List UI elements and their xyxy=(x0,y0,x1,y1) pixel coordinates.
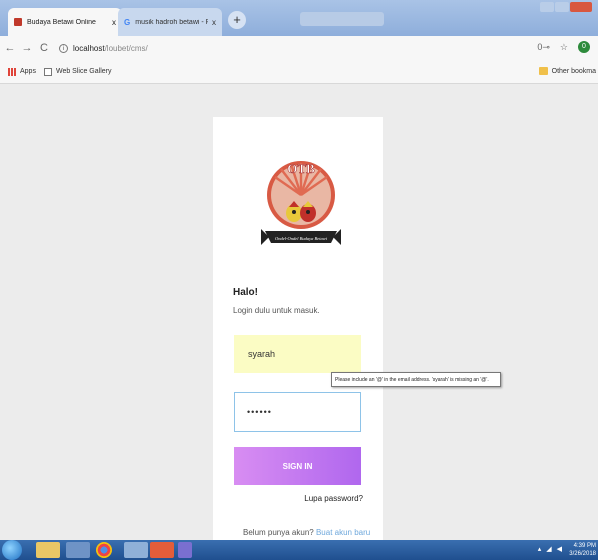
extension-icon[interactable]: 0 xyxy=(578,41,590,53)
email-validation-tooltip: Please include an '@' in the email addre… xyxy=(331,372,501,387)
new-tab-button[interactable]: + xyxy=(228,11,246,29)
register-prompt: Belum punya akun? Buat akun baru xyxy=(243,528,370,537)
chrome-icon[interactable] xyxy=(96,542,112,558)
password-field[interactable]: •••••• xyxy=(234,392,361,432)
bookmark-label: Web Slice Gallery xyxy=(55,68,112,75)
forgot-password-link[interactable]: Lupa password? xyxy=(304,494,363,503)
other-bookmarks[interactable]: Other bookma xyxy=(538,67,596,75)
taskbar: ▴ ◢ ◀ 4:39 PM 3/26/2018 xyxy=(0,540,598,560)
maximize-button[interactable] xyxy=(555,2,569,12)
browser-toolbar: ← → C i localhost /loubet/cms/ 0⊸ ☆ 0 xyxy=(0,36,598,60)
google-icon: G xyxy=(124,17,131,27)
clock[interactable]: 4:39 PM 3/26/2018 xyxy=(569,542,596,558)
close-window-button[interactable] xyxy=(570,2,592,12)
back-icon[interactable]: ← xyxy=(3,42,17,54)
explorer-icon[interactable] xyxy=(36,542,60,558)
url-host: localhost xyxy=(73,43,105,53)
clock-time: 4:39 PM xyxy=(573,543,596,549)
document-icon[interactable] xyxy=(66,542,90,558)
sign-in-button[interactable]: SIGN IN xyxy=(234,447,361,485)
info-icon[interactable]: i xyxy=(59,43,68,53)
start-button[interactable] xyxy=(2,540,22,560)
notepad-icon[interactable] xyxy=(124,542,148,558)
tray-arrow-icon[interactable]: ▴ xyxy=(538,545,542,553)
clock-date: 3/26/2018 xyxy=(569,551,596,557)
app-icon[interactable] xyxy=(178,542,192,558)
bookmark-web-slice-gallery[interactable]: Web Slice Gallery xyxy=(43,67,112,76)
system-tray: ▴ ◢ ◀ xyxy=(538,545,562,553)
window-controls xyxy=(540,2,592,12)
network-icon[interactable]: ◢ xyxy=(546,545,551,553)
minimize-button[interactable] xyxy=(540,2,554,12)
star-icon[interactable]: ☆ xyxy=(560,42,568,53)
login-card: OTB Ondel-Ondel Budaya Betawi Halo! Logi… xyxy=(213,117,383,547)
folder-icon xyxy=(538,67,548,75)
register-text: Belum punya akun? xyxy=(243,528,314,537)
tab-close-icon[interactable]: x xyxy=(212,18,216,27)
browser-title-bar: Budaya Betawi Online x G musik hadroh be… xyxy=(0,0,598,36)
xampp-icon[interactable] xyxy=(150,542,174,558)
tab-budaya-betawi[interactable]: Budaya Betawi Online x xyxy=(8,8,122,36)
volume-icon[interactable]: ◀ xyxy=(557,545,562,553)
forward-icon[interactable]: → xyxy=(20,42,34,54)
window-title-blurred xyxy=(300,12,384,26)
logo-text: OTB xyxy=(287,161,315,176)
favicon-icon xyxy=(14,18,22,26)
tab-title: musik hadroh betawi - Penelusu xyxy=(135,18,208,26)
reload-icon[interactable]: C xyxy=(37,42,51,54)
apps-grid-icon xyxy=(8,67,16,76)
login-subtitle: Login dulu untuk masuk. xyxy=(233,306,320,315)
logo-banner-text: Ondel-Ondel Budaya Betawi xyxy=(275,236,328,241)
tab-close-icon[interactable]: x xyxy=(112,18,116,27)
tab-title: Budaya Betawi Online xyxy=(27,18,96,26)
key-icon[interactable]: 0⊸ xyxy=(537,42,550,53)
other-bookmarks-label: Other bookma xyxy=(551,67,596,75)
address-bar[interactable]: i localhost /loubet/cms/ xyxy=(59,43,148,53)
register-link[interactable]: Buat akun baru xyxy=(316,528,370,537)
login-heading: Halo! xyxy=(233,287,258,298)
bookmark-label: Apps xyxy=(20,68,36,75)
tab-google-search[interactable]: G musik hadroh betawi - Penelusu x xyxy=(118,8,222,36)
url-path: /loubet/cms/ xyxy=(104,43,148,53)
otb-logo: OTB Ondel-Ondel Budaya Betawi xyxy=(261,161,341,245)
page-icon xyxy=(43,67,52,76)
bookmark-apps[interactable]: Apps xyxy=(8,67,36,76)
bookmarks-bar: Apps Web Slice Gallery Other bookma xyxy=(0,60,598,84)
email-field[interactable]: syarah xyxy=(234,335,361,373)
